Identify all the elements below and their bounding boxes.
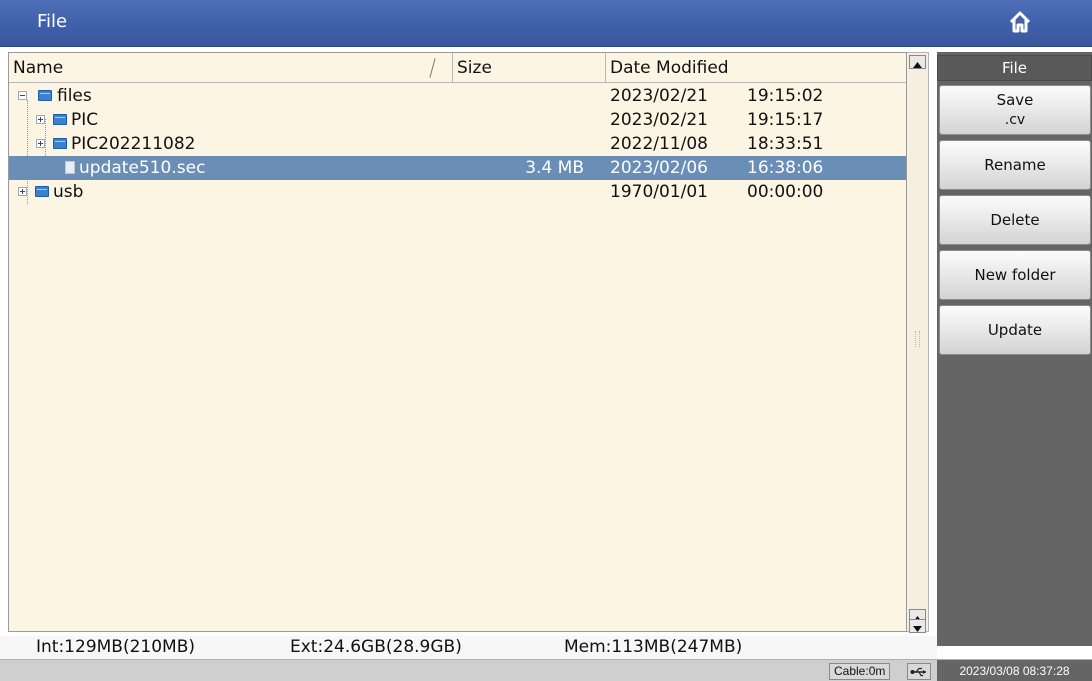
delete-button[interactable]: Delete — [939, 195, 1091, 245]
folder-icon — [38, 90, 52, 101]
row-name: files — [57, 86, 92, 106]
row-size: 3.4 MB — [525, 158, 584, 178]
row-date: 2023/02/06 — [610, 158, 708, 178]
new-folder-button[interactable]: New folder — [939, 250, 1091, 300]
scroll-up-button[interactable] — [909, 55, 926, 69]
row-time: 00:00:00 — [747, 182, 824, 202]
expand-toggle[interactable] — [18, 187, 27, 196]
folder-icon — [35, 186, 49, 197]
save-button[interactable]: Save .cv — [939, 85, 1091, 135]
file-icon — [65, 161, 75, 174]
row-name: PIC — [71, 110, 99, 130]
new-folder-button-label: New folder — [974, 266, 1056, 284]
row-time: 19:15:02 — [747, 86, 824, 106]
row-date: 2023/02/21 — [610, 86, 708, 106]
save-button-label: Save — [996, 91, 1034, 109]
arrow-down-icon — [913, 617, 922, 636]
bottom-status-bar: Cable:0m 2023/03/08 08:37:28 — [0, 659, 1092, 681]
tree-row-usb[interactable]: usb 1970/01/01 00:00:00 — [9, 180, 906, 204]
row-time: 16:38:06 — [747, 158, 824, 178]
internal-storage: Int:129MB(210MB) — [36, 637, 196, 657]
row-name: update510.sec — [79, 158, 206, 178]
update-button[interactable]: Update — [939, 305, 1091, 355]
column-header-date-modified[interactable]: Date Modified — [606, 53, 906, 83]
row-date: 2022/11/08 — [610, 134, 708, 154]
memory-usage: Mem:113MB(247MB) — [564, 637, 743, 657]
arrow-up-icon — [913, 53, 922, 72]
external-storage: Ext:24.6GB(28.9GB) — [290, 637, 462, 657]
rename-button-label: Rename — [984, 156, 1046, 174]
expand-toggle[interactable] — [36, 115, 45, 124]
storage-status: Int:129MB(210MB) Ext:24.6GB(28.9GB) Mem:… — [0, 636, 937, 659]
tree-row-pic[interactable]: PIC 2023/02/21 19:15:17 — [9, 108, 906, 132]
collapse-toggle[interactable] — [18, 91, 27, 100]
home-icon — [1008, 10, 1032, 38]
row-name: PIC202211082 — [71, 134, 196, 154]
folder-icon — [53, 138, 67, 149]
column-header-size[interactable]: Size — [453, 53, 606, 83]
scroll-down-button[interactable] — [909, 619, 926, 633]
row-date: 1970/01/01 — [610, 182, 708, 202]
tree-row-pic202211082[interactable]: PIC202211082 2022/11/08 18:33:51 — [9, 132, 906, 156]
rename-button[interactable]: Rename — [939, 140, 1091, 190]
window-title: File — [37, 11, 68, 32]
folder-icon — [53, 114, 67, 125]
column-header-name[interactable]: Name — [9, 53, 453, 83]
usb-icon — [910, 662, 928, 681]
expand-toggle[interactable] — [36, 139, 45, 148]
column-header: Name Size Date Modified — [9, 53, 906, 83]
row-time: 18:33:51 — [747, 134, 824, 154]
scrollbar-grip[interactable] — [915, 331, 920, 347]
row-date: 2023/02/21 — [610, 110, 708, 130]
tree-row-update510[interactable]: update510.sec 3.4 MB 2023/02/06 16:38:06 — [9, 156, 906, 180]
row-name: usb — [53, 182, 84, 202]
title-bar: File — [0, 0, 1092, 47]
vertical-scrollbar[interactable] — [907, 52, 929, 633]
delete-button-label: Delete — [990, 211, 1040, 229]
cable-length: Cable:0m — [829, 663, 891, 680]
clock: 2023/03/08 08:37:28 — [937, 660, 1092, 681]
tree-row-files[interactable]: files 2023/02/21 19:15:02 — [9, 84, 906, 108]
usb-status — [907, 663, 931, 680]
home-button[interactable] — [1002, 8, 1038, 40]
file-list[interactable]: Name Size Date Modified files 2023/02/21… — [8, 52, 907, 632]
save-button-sublabel: .cv — [1004, 112, 1026, 128]
row-time: 19:15:17 — [747, 110, 824, 130]
update-button-label: Update — [987, 321, 1043, 339]
softkey-panel-title: File — [937, 55, 1092, 81]
